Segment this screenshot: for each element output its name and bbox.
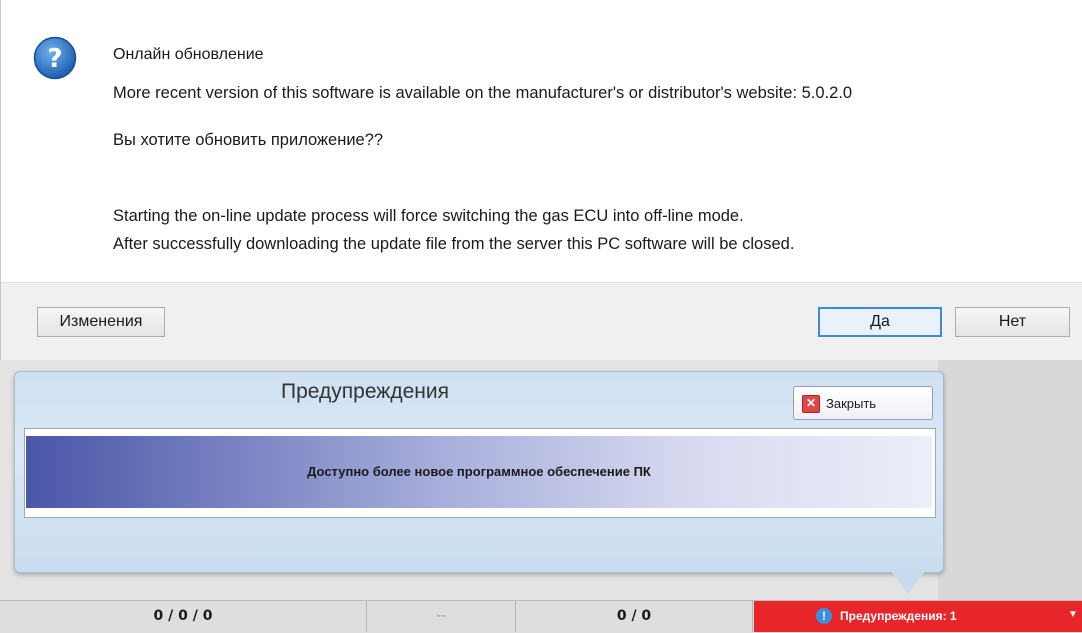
warning-item-text: Доступно более новое программное обеспеч… (307, 464, 651, 479)
update-question: Вы хотите обновить приложение?? (113, 131, 384, 149)
app-background-right (938, 360, 1082, 600)
warnings-panel-title: Предупреждения (281, 380, 449, 403)
footer-divider (1, 282, 1082, 283)
status-cell-1: 0 / 0 / 0 (0, 601, 367, 632)
chevron-down-icon[interactable]: ▼ (1068, 609, 1078, 620)
no-button[interactable]: Нет (955, 307, 1070, 337)
close-icon: ✕ (802, 395, 820, 413)
yes-button[interactable]: Да (818, 307, 942, 337)
status-cell-3: 0 / 0 (516, 601, 753, 632)
version-message: More recent version of this software is … (113, 84, 853, 102)
close-button[interactable]: ✕ Закрыть (793, 386, 933, 420)
question-icon: ? (33, 36, 77, 80)
changes-button[interactable]: Изменения (37, 307, 165, 337)
warnings-status-label: Предупреждения: 1 (840, 609, 957, 623)
alert-icon: ! (816, 608, 832, 624)
info-line-2: After successfully downloading the updat… (113, 235, 795, 253)
svg-text:?: ? (47, 44, 62, 74)
status-cell-2: -- (367, 601, 516, 632)
panel-pointer (890, 570, 926, 594)
dialog-title: Онлайн обновление (113, 46, 264, 63)
info-line-1: Starting the on-line update process will… (113, 207, 744, 225)
close-button-label: Закрыть (826, 396, 877, 411)
